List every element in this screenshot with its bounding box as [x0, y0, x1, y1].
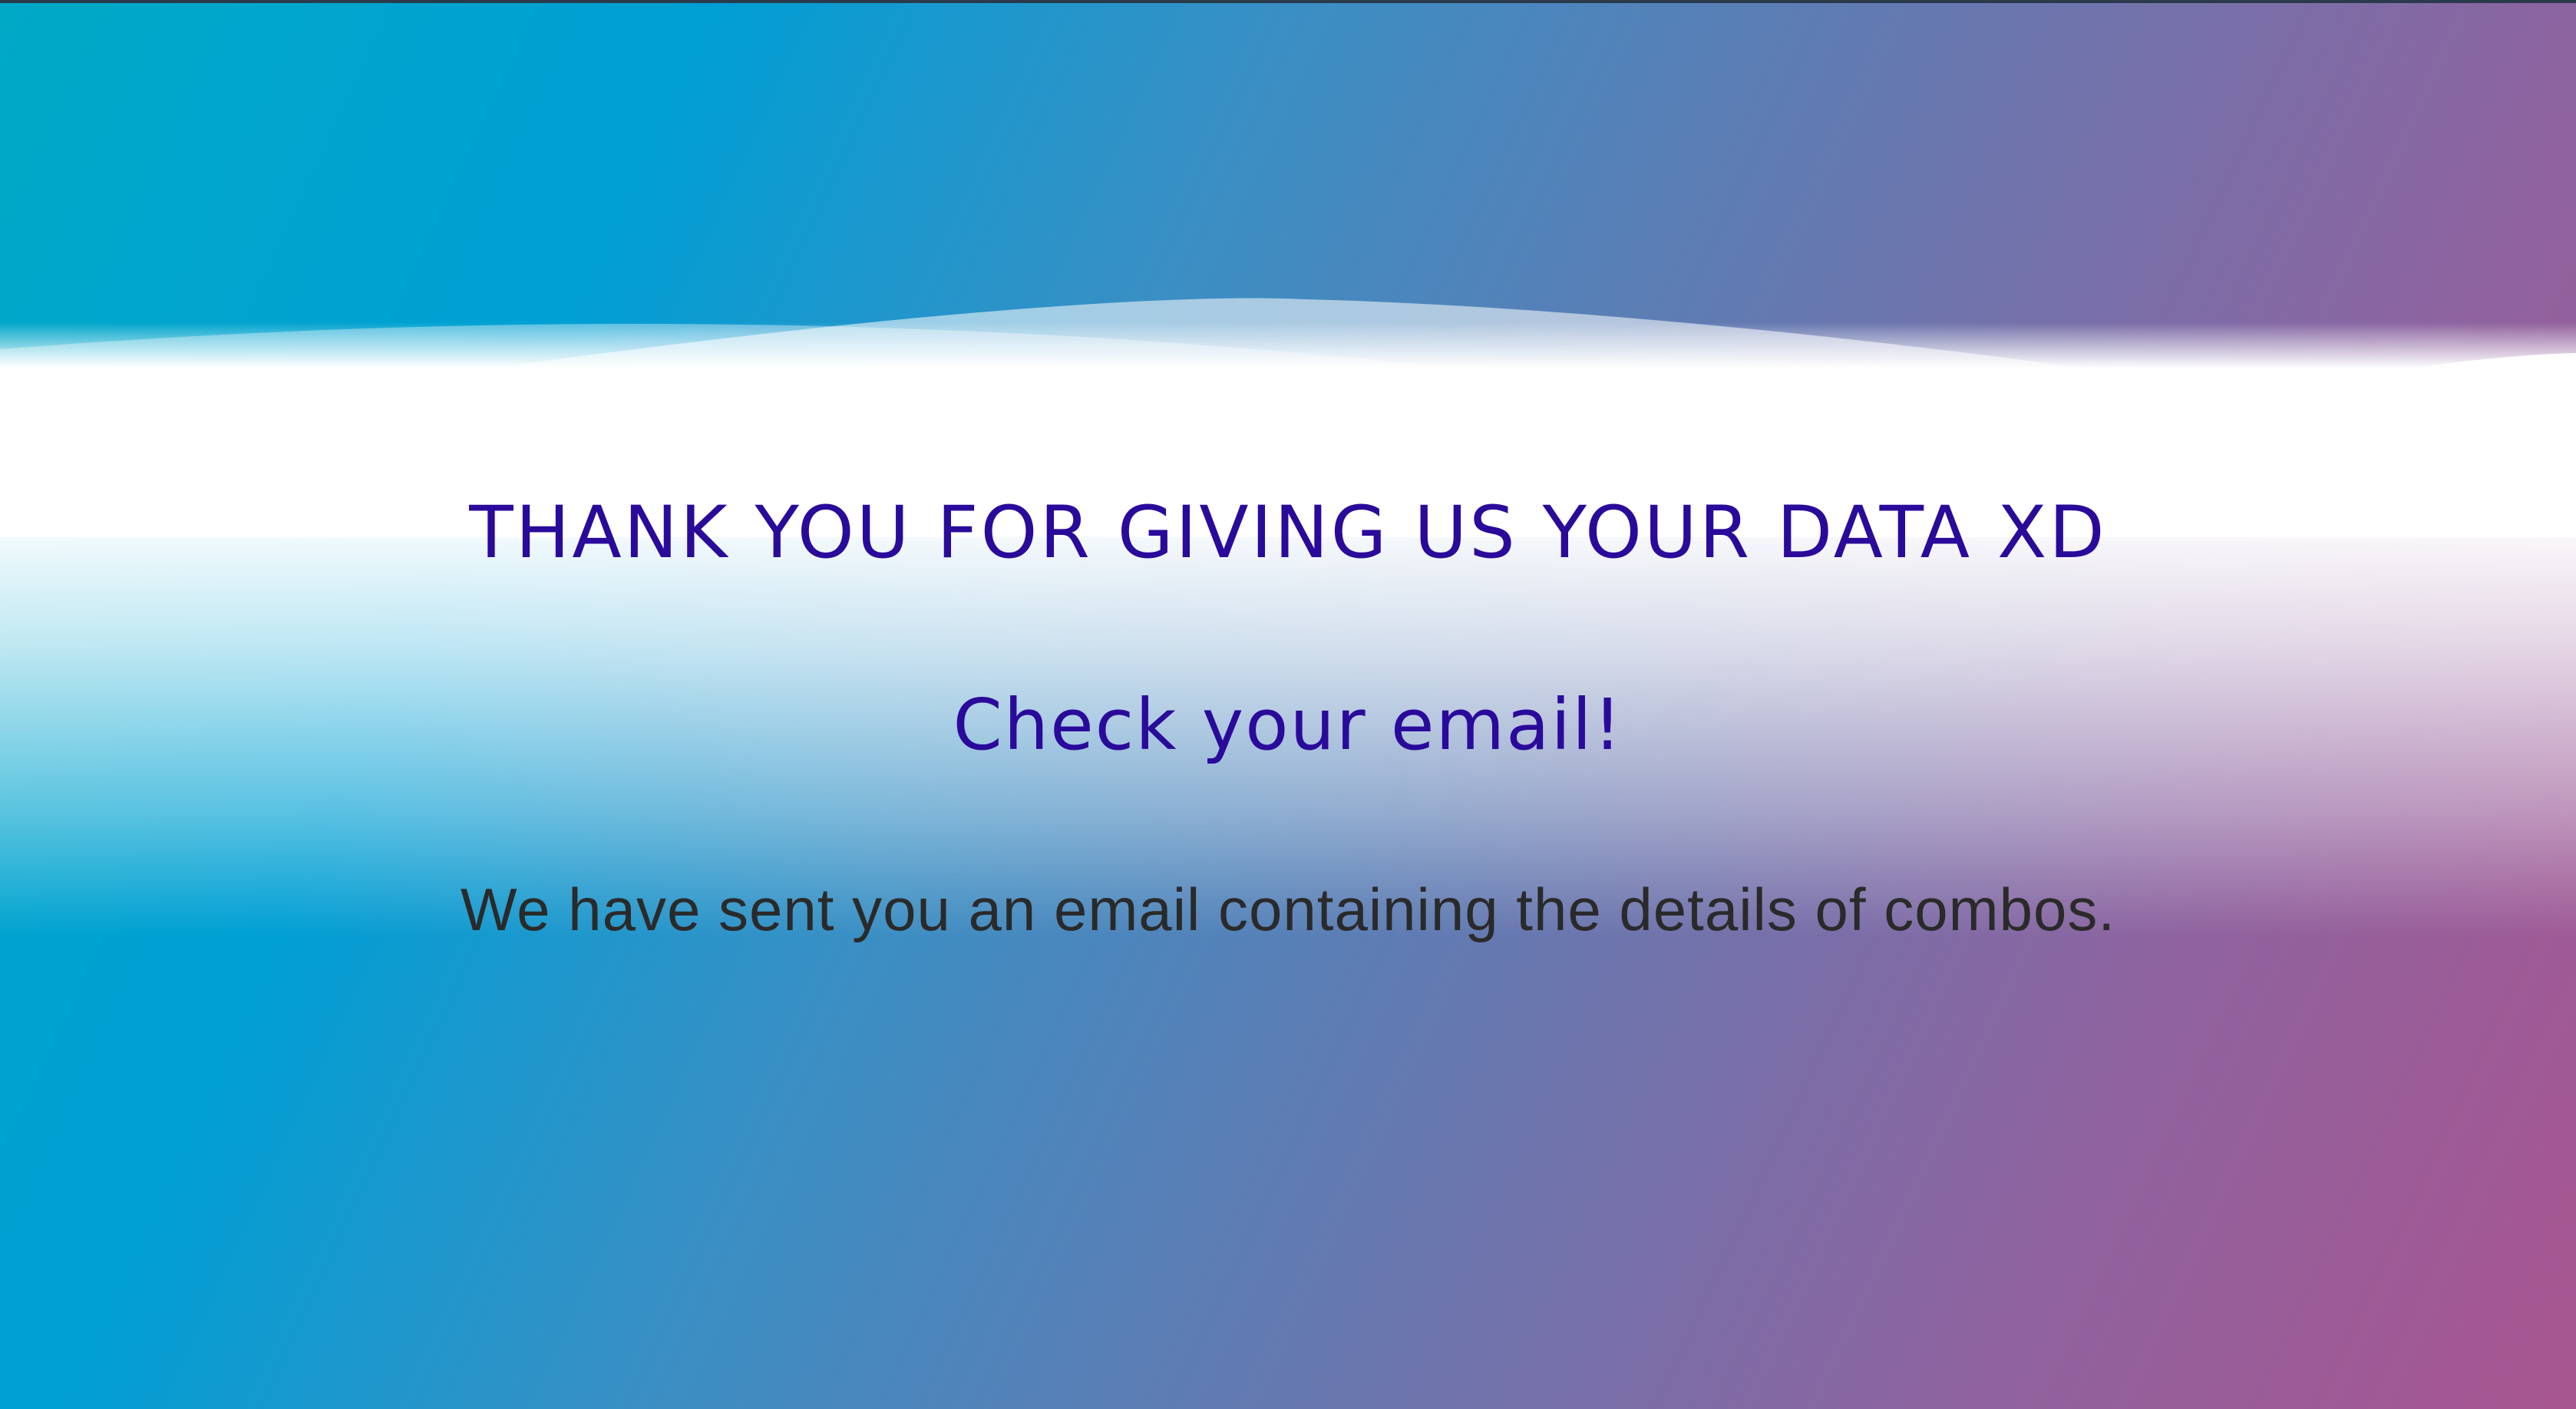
check-email-heading: Check your email!: [953, 684, 1623, 766]
confirmation-panel: THANK YOU FOR GIVING US YOUR DATA XD Che…: [0, 0, 2576, 1409]
email-sent-message: We have sent you an email containing the…: [460, 876, 2116, 943]
thank-you-heading: THANK YOU FOR GIVING US YOUR DATA XD: [469, 491, 2107, 575]
